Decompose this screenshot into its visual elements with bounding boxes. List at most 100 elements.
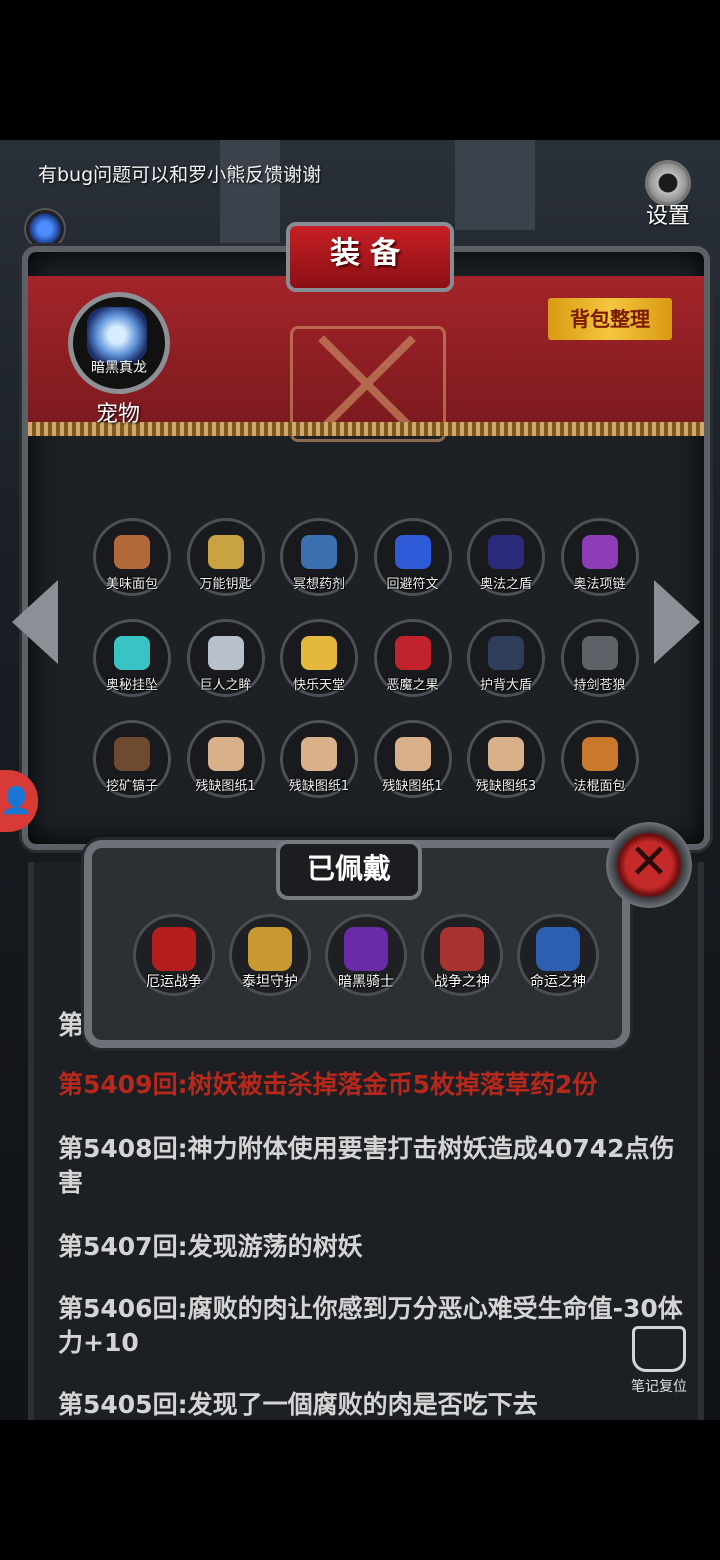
item-frame: 美味面包 [93, 518, 171, 596]
panel-title: 装备 [286, 222, 454, 292]
item-frame: 恶魔之果 [373, 619, 452, 697]
inventory-slot[interactable]: 奥法之盾 [466, 518, 546, 598]
inventory-slot[interactable]: 奥秘挂坠 [92, 619, 172, 699]
close-button[interactable]: ✕ [606, 822, 692, 908]
equipment-icon [440, 927, 484, 971]
inventory-slot[interactable]: 回避符文 [373, 518, 453, 598]
item-name: 奥法之盾 [479, 577, 532, 592]
item-icon [114, 636, 150, 670]
item-icon [301, 636, 337, 670]
inventory-slot[interactable]: 挖矿镐子 [92, 720, 172, 800]
inventory-slot[interactable]: 法棍面包 [560, 720, 640, 800]
inventory-slot[interactable]: 冥想药剂 [279, 518, 359, 598]
background-pillar [220, 140, 280, 260]
item-icon [301, 535, 337, 569]
item-name: 回避符文 [386, 577, 439, 592]
worn-frame: 暗黑骑士 [325, 914, 407, 996]
item-icon [207, 535, 244, 569]
notice-text: 有bug问题可以和罗小熊反馈谢谢 [38, 164, 322, 186]
item-icon [394, 535, 431, 569]
log-line: 第5406回:腐败的肉让你感到万分恶心难受生命值-30体力+10 [58, 1294, 683, 1357]
item-name: 法棍面包 [573, 779, 626, 794]
arrow-right-icon [654, 580, 700, 664]
settings-button[interactable]: 设置 [636, 160, 700, 230]
notes-reset-button[interactable]: 笔记复位 [626, 1326, 692, 1396]
equipment-icon [344, 927, 388, 971]
pet-avatar: 暗黑真龙 [68, 292, 170, 394]
item-name: 残缺图纸1 [288, 779, 350, 794]
close-icon: ✕ [628, 834, 670, 890]
inventory-slot[interactable]: 护背大盾 [466, 619, 546, 699]
item-name: 残缺图纸3 [475, 779, 537, 794]
notebook-icon [632, 1326, 686, 1372]
item-icon [301, 737, 337, 771]
worn-name: 泰坦守护 [242, 974, 298, 990]
inventory-slot[interactable]: 残缺图纸1 [279, 720, 359, 800]
item-name: 持剑苍狼 [573, 678, 626, 693]
settings-label: 设置 [645, 204, 690, 229]
arrow-left-icon [12, 580, 58, 664]
inventory-slot[interactable]: 快乐天堂 [279, 619, 359, 699]
inventory-slot[interactable]: 残缺图纸1 [373, 720, 453, 800]
pet-slot[interactable]: 暗黑真龙 宠物 [68, 292, 170, 428]
inventory-slot[interactable]: 巨人之眸 [186, 619, 266, 699]
item-icon [581, 636, 618, 670]
inventory-slot[interactable]: 美味面包 [92, 518, 172, 598]
item-name: 奥秘挂坠 [105, 678, 158, 693]
item-frame: 持剑苍狼 [560, 619, 639, 697]
item-name: 奥法项链 [573, 577, 626, 592]
item-name: 挖矿镐子 [105, 779, 158, 794]
worn-name: 命运之神 [530, 974, 586, 990]
item-icon [488, 636, 524, 670]
item-name: 冥想药剂 [292, 577, 345, 592]
item-frame: 挖矿镐子 [93, 720, 171, 798]
worn-slot[interactable]: 厄运战争 [132, 914, 216, 996]
item-icon [488, 737, 524, 771]
worn-slot[interactable]: 暗黑骑士 [324, 914, 408, 996]
worn-slot[interactable]: 命运之神 [516, 914, 600, 996]
log-line-partial: 第 [58, 1011, 85, 1041]
inventory-slot[interactable]: 恶魔之果 [373, 619, 453, 699]
worn-slot[interactable]: 泰坦守护 [228, 914, 312, 996]
sort-bag-button[interactable]: 背包整理 [548, 298, 672, 340]
user-icon: 👤 [0, 786, 33, 816]
item-icon [114, 535, 150, 569]
worn-slot[interactable]: 战争之神 [420, 914, 504, 996]
gem-icon [24, 208, 66, 250]
log-line: 第5408回:神力附体使用要害打击树妖造成40742点伤害 [58, 1134, 675, 1197]
worn-name: 战争之神 [434, 974, 490, 990]
inventory-slot[interactable]: 残缺图纸1 [186, 720, 266, 800]
dragon-icon [87, 307, 147, 363]
inventory-slot[interactable]: 万能钥匙 [186, 518, 266, 598]
worn-name: 暗黑骑士 [338, 974, 394, 990]
item-icon [488, 535, 524, 569]
item-icon [581, 535, 618, 569]
prev-page-button[interactable] [12, 580, 66, 670]
item-name: 万能钥匙 [199, 577, 252, 592]
inventory-slot[interactable]: 持剑苍狼 [560, 619, 640, 699]
item-icon [581, 737, 618, 771]
next-page-button[interactable] [654, 580, 708, 670]
item-name: 美味面包 [105, 577, 158, 592]
inventory-slot[interactable]: 残缺图纸3 [466, 720, 546, 800]
inventory-slot[interactable]: 奥法项链 [560, 518, 640, 598]
item-name: 残缺图纸1 [195, 779, 256, 794]
item-icon [207, 636, 244, 670]
item-name: 快乐天堂 [292, 678, 345, 693]
item-frame: 快乐天堂 [280, 619, 358, 697]
item-frame: 回避符文 [373, 518, 452, 596]
item-frame: 奥秘挂坠 [93, 619, 171, 697]
item-name: 巨人之眸 [199, 678, 252, 693]
item-frame: 护背大盾 [467, 619, 545, 697]
background-pillar [455, 140, 535, 230]
log-line: 第5407回:发现游荡的树妖 [58, 1232, 363, 1261]
item-frame: 法棍面包 [560, 720, 639, 798]
item-icon [207, 737, 244, 771]
equipment-icon [248, 927, 292, 971]
item-frame: 奥法项链 [560, 518, 639, 596]
item-icon [114, 737, 150, 771]
worn-title: 已佩戴 [276, 840, 422, 900]
item-icon [394, 636, 431, 670]
item-frame: 万能钥匙 [186, 518, 265, 596]
item-frame: 残缺图纸1 [186, 720, 265, 798]
